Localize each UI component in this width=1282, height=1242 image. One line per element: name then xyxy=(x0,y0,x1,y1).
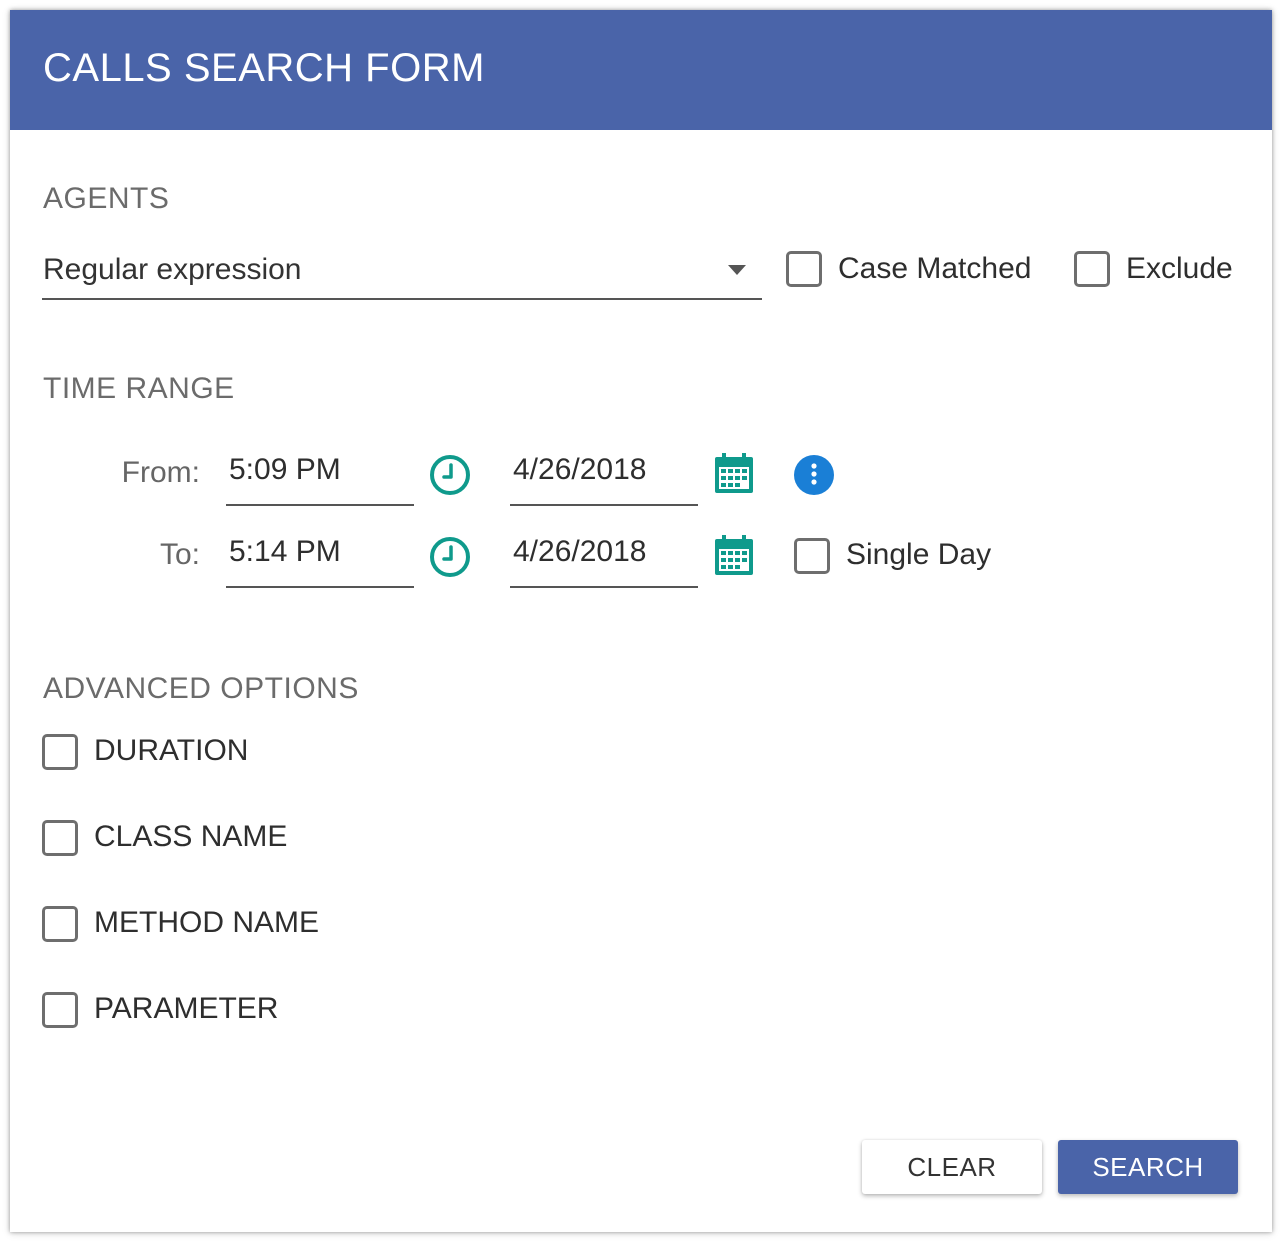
method-name-label[interactable]: METHOD NAME xyxy=(94,906,319,940)
case-matched-label[interactable]: Case Matched xyxy=(838,252,1031,286)
from-time-input[interactable]: 5:09 PM xyxy=(226,448,414,506)
from-time-value: 5:09 PM xyxy=(229,453,341,486)
calls-search-dialog: CALLS SEARCH FORM AGENTS Regular express… xyxy=(10,10,1272,1232)
parameter-label[interactable]: PARAMETER xyxy=(94,992,278,1026)
calendar-icon[interactable] xyxy=(712,452,756,501)
to-date-input[interactable]: 4/26/2018 xyxy=(510,530,698,588)
agents-section-title: AGENTS xyxy=(43,182,170,215)
chevron-down-icon xyxy=(728,265,746,275)
from-date-value: 4/26/2018 xyxy=(513,453,647,486)
case-matched-checkbox[interactable] xyxy=(786,251,822,287)
parameter-checkbox[interactable] xyxy=(42,992,78,1028)
dialog-header: CALLS SEARCH FORM xyxy=(10,10,1272,130)
single-day-checkbox[interactable] xyxy=(794,538,830,574)
advanced-options-section-title: ADVANCED OPTIONS xyxy=(43,672,359,705)
to-label: To: xyxy=(159,538,200,571)
search-button[interactable]: SEARCH xyxy=(1058,1140,1238,1194)
exclude-checkbox[interactable] xyxy=(1074,251,1110,287)
class-name-label[interactable]: CLASS NAME xyxy=(94,820,287,854)
from-date-input[interactable]: 4/26/2018 xyxy=(510,448,698,506)
clock-icon[interactable] xyxy=(428,453,472,502)
to-time-input[interactable]: 5:14 PM xyxy=(226,530,414,588)
agents-match-select[interactable]: Regular expression xyxy=(42,248,762,300)
time-range-section-title: TIME RANGE xyxy=(43,372,235,405)
to-date-value: 4/26/2018 xyxy=(513,535,647,568)
calendar-icon[interactable] xyxy=(712,534,756,583)
from-label: From: xyxy=(121,456,200,489)
clock-icon[interactable] xyxy=(428,535,472,584)
agents-match-select-value: Regular expression xyxy=(43,253,302,286)
info-icon[interactable] xyxy=(792,453,836,502)
to-time-value: 5:14 PM xyxy=(229,535,341,568)
duration-label[interactable]: DURATION xyxy=(94,734,248,768)
single-day-label[interactable]: Single Day xyxy=(846,538,991,572)
method-name-checkbox[interactable] xyxy=(42,906,78,942)
duration-checkbox[interactable] xyxy=(42,734,78,770)
class-name-checkbox[interactable] xyxy=(42,820,78,856)
exclude-label[interactable]: Exclude xyxy=(1126,252,1233,286)
dialog-title: CALLS SEARCH FORM xyxy=(43,46,485,90)
clear-button[interactable]: CLEAR xyxy=(862,1140,1042,1194)
